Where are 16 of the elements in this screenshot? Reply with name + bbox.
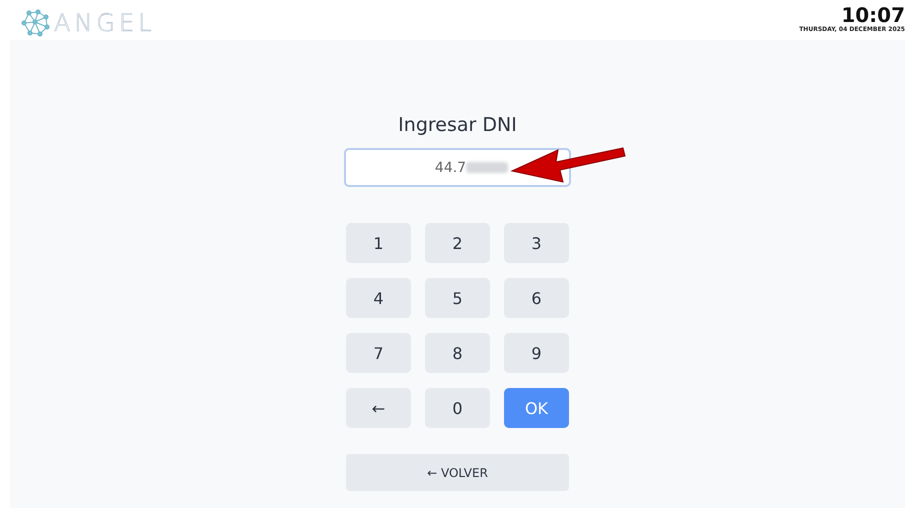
logo-wordmark: ANGEL — [54, 9, 156, 37]
digit-key[interactable]: 4 — [346, 278, 411, 318]
digit-key[interactable]: 3 — [504, 223, 569, 263]
clock-time: 10:07 — [841, 4, 905, 26]
digit-key[interactable]: 2 — [425, 223, 490, 263]
digit-key[interactable]: 1 — [346, 223, 411, 263]
digit-key[interactable]: 7 — [346, 333, 411, 373]
back-button[interactable]: ← VOLVER — [346, 454, 569, 491]
digit-key[interactable]: 6 — [504, 278, 569, 318]
digit-key[interactable]: 8 — [425, 333, 490, 373]
digit-key[interactable]: 5 — [425, 278, 490, 318]
network-logo-icon — [20, 9, 50, 37]
digit-key[interactable]: 0 — [425, 388, 490, 428]
digit-key[interactable]: 9 — [504, 333, 569, 373]
form-title: Ingresar DNI — [398, 114, 517, 136]
backspace-key[interactable]: ← — [346, 388, 411, 428]
